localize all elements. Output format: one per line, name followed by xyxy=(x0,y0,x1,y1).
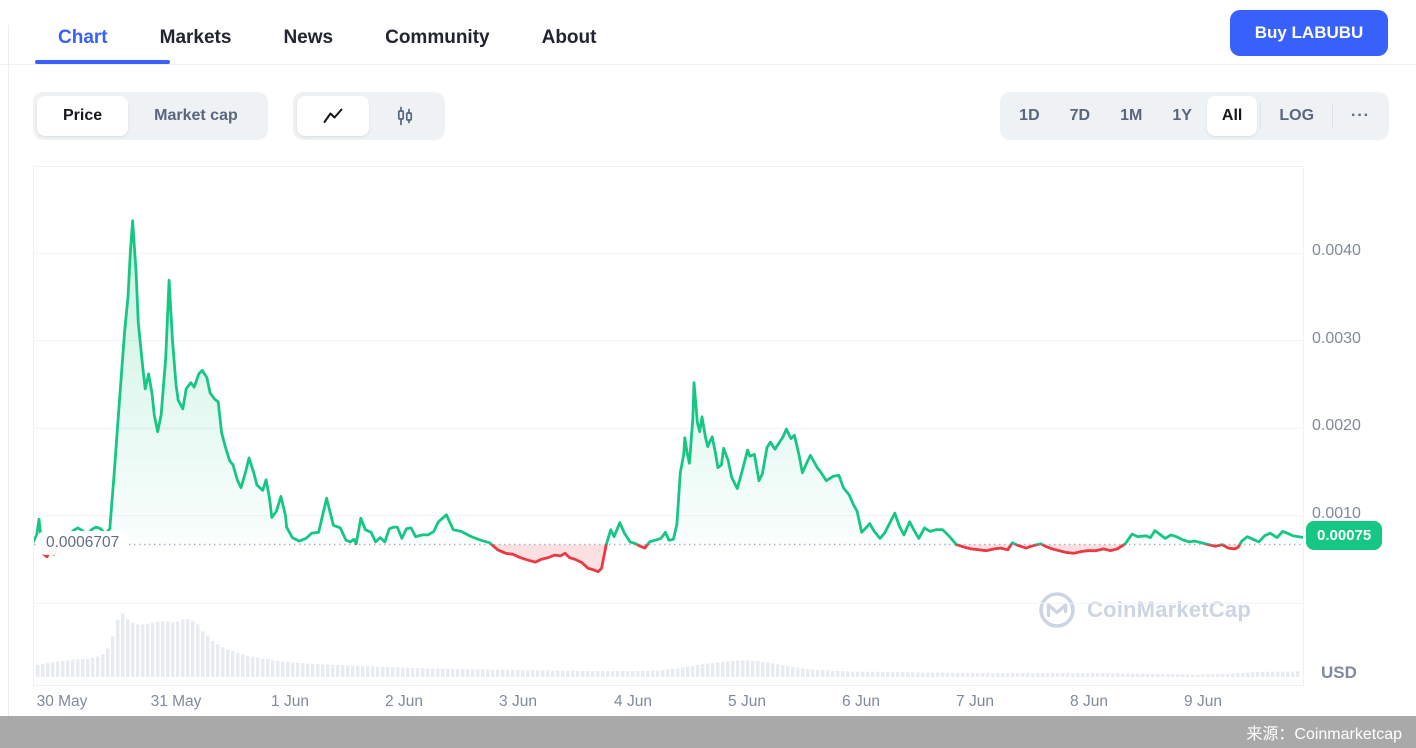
candlestick-button[interactable] xyxy=(369,96,441,136)
divider xyxy=(1260,103,1261,129)
x-axis-label-9-jun: 9 Jun xyxy=(1184,693,1222,711)
nav-tab-markets[interactable]: Markets xyxy=(160,27,232,49)
more-options-button[interactable]: ··· xyxy=(1336,96,1385,136)
chart-type-toggle xyxy=(293,92,445,140)
metric-option-price[interactable]: Price xyxy=(37,96,128,136)
active-tab-underline xyxy=(35,60,170,64)
currency-label: USD xyxy=(1321,663,1357,683)
line-chart-icon xyxy=(322,107,344,125)
x-axis-label-1-jun: 1 Jun xyxy=(271,693,309,711)
metric-toggle: PriceMarket cap xyxy=(33,92,268,140)
log-scale-button[interactable]: LOG xyxy=(1264,96,1329,136)
price-chart-area: CoinMarketCap xyxy=(33,166,1304,686)
x-axis-label-4-jun: 4 Jun xyxy=(614,693,652,711)
price-chart-svg[interactable] xyxy=(34,167,1303,685)
source-footer: 来源：Coinmarketcap xyxy=(0,716,1416,748)
x-axis-label-6-jun: 6 Jun xyxy=(842,693,880,711)
nav-tab-news[interactable]: News xyxy=(283,27,333,49)
page-left-border xyxy=(8,25,9,716)
buy-labubu-button[interactable]: Buy LABUBU xyxy=(1230,10,1388,56)
range-option-1m[interactable]: 1M xyxy=(1105,96,1157,136)
y-axis-label-0.0040: 0.0040 xyxy=(1312,242,1361,260)
page-root: Chart Markets News Community About Buy LABUB… xyxy=(0,0,1416,748)
current-price-badge: 0.00075 xyxy=(1306,521,1382,550)
top-nav: Chart Markets News Community About Buy LABUB… xyxy=(0,0,1416,65)
baseline-price-label: 0.0006707 xyxy=(36,531,129,555)
range-option-all[interactable]: All xyxy=(1207,96,1257,136)
x-axis-label-3-jun: 3 Jun xyxy=(499,693,537,711)
range-toggle: 1D7D1M1YAllLOG··· xyxy=(1000,92,1389,140)
x-axis-label-8-jun: 8 Jun xyxy=(1070,693,1108,711)
range-option-7d[interactable]: 7D xyxy=(1055,96,1105,136)
x-axis-label-30-may: 30 May xyxy=(37,693,88,711)
source-text: 来源：Coinmarketcap xyxy=(1246,720,1416,744)
y-axis-label-0.0020: 0.0020 xyxy=(1312,417,1361,435)
nav-tab-chart[interactable]: Chart xyxy=(58,27,108,49)
x-axis-label-7-jun: 7 Jun xyxy=(956,693,994,711)
range-option-1y[interactable]: 1Y xyxy=(1157,96,1207,136)
y-axis-label-0.0030: 0.0030 xyxy=(1312,330,1361,348)
line-chart-button[interactable] xyxy=(297,96,369,136)
metric-option-market-cap[interactable]: Market cap xyxy=(128,96,264,136)
x-axis-label-2-jun: 2 Jun xyxy=(385,693,423,711)
nav-tab-community[interactable]: Community xyxy=(385,27,490,49)
area-fill-up xyxy=(34,221,1303,572)
nav-tab-about[interactable]: About xyxy=(542,27,597,49)
x-axis-label-31-may: 31 May xyxy=(151,693,202,711)
divider xyxy=(1332,103,1333,129)
x-axis-label-5-jun: 5 Jun xyxy=(728,693,766,711)
candlestick-icon xyxy=(394,105,416,127)
volume-bars xyxy=(36,613,1300,677)
range-option-1d[interactable]: 1D xyxy=(1004,96,1054,136)
